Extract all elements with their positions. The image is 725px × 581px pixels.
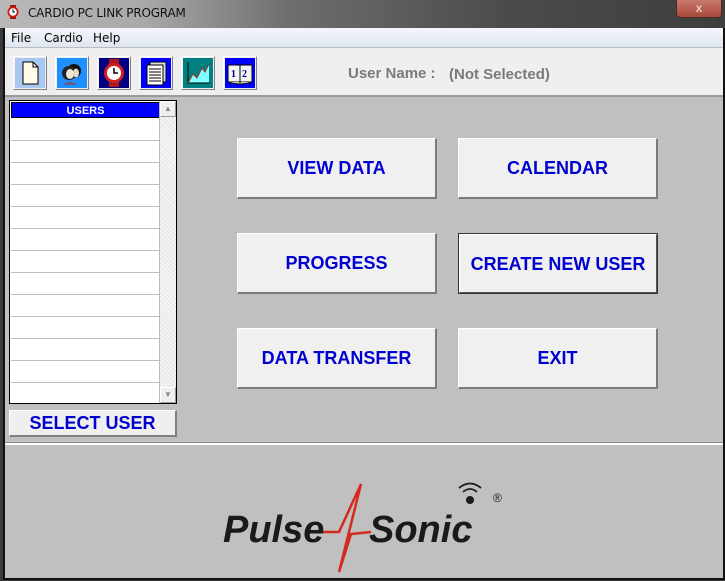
user-list-row[interactable] (11, 229, 160, 251)
user-list-row[interactable] (11, 339, 160, 361)
window-title: CARDIO PC LINK PROGRAM (28, 6, 186, 20)
book-icon: 12 (225, 58, 255, 88)
close-button[interactable]: x (676, 0, 722, 18)
divider (5, 442, 723, 445)
users-button[interactable] (55, 56, 89, 90)
user-list-row[interactable] (11, 383, 160, 405)
svg-text:2: 2 (242, 69, 247, 80)
users-list-rows (11, 119, 160, 405)
create-new-user-button[interactable]: CREATE NEW USER (458, 233, 658, 294)
scroll-up-button[interactable]: ▲ (160, 101, 176, 117)
menu-file[interactable]: File (11, 31, 31, 45)
progress-chart-button[interactable] (181, 56, 215, 90)
logo-pulse-text: Pulse (223, 509, 324, 551)
scroll-up-arrow-icon: ▲ (164, 104, 172, 113)
close-icon: x (695, 1, 703, 15)
user-list-row[interactable] (11, 273, 160, 295)
calendar-book-button[interactable]: 12 (223, 56, 257, 90)
user-name-value: (Not Selected) (449, 66, 550, 83)
title-bar: CARDIO PC LINK PROGRAM x (0, 0, 725, 28)
document-icon (15, 58, 45, 88)
users-list[interactable]: USERS ▲ ▼ (9, 100, 177, 405)
user-list-row[interactable] (11, 295, 160, 317)
select-user-button[interactable]: SELECT USER (9, 410, 177, 437)
main-window: File Cardio Help 12 User Name : (Not Sel… (3, 28, 725, 580)
logo-sonic-text: Sonic (369, 509, 472, 551)
pulse-sonic-logo: Pulse Sonic ® (223, 482, 502, 573)
user-list-row[interactable] (11, 119, 160, 141)
user-list-row[interactable] (11, 251, 160, 273)
svg-text:1: 1 (231, 69, 236, 80)
watch-icon (99, 58, 129, 88)
data-transfer-button[interactable]: DATA TRANSFER (237, 328, 437, 389)
wireless-signal-icon (458, 482, 482, 504)
user-list-row[interactable] (11, 185, 160, 207)
progress-button[interactable]: PROGRESS (237, 233, 437, 294)
view-data-button[interactable]: VIEW DATA (237, 138, 437, 199)
user-name-label: User Name : (348, 65, 436, 82)
watch-button[interactable] (97, 56, 131, 90)
scroll-down-button[interactable]: ▼ (160, 387, 176, 403)
user-list-row[interactable] (11, 141, 160, 163)
user-list-row[interactable] (11, 163, 160, 185)
users-faces-icon (57, 58, 87, 88)
menu-bar: File Cardio Help (5, 28, 723, 48)
user-list-row[interactable] (11, 361, 160, 383)
toolbar: 12 User Name : (Not Selected) (5, 48, 723, 97)
chart-icon (183, 58, 213, 88)
scroll-down-arrow-icon: ▼ (164, 390, 172, 399)
exit-button[interactable]: EXIT (458, 328, 658, 389)
data-table-button[interactable] (139, 56, 173, 90)
users-list-header: USERS (11, 102, 160, 118)
user-list-row[interactable] (11, 207, 160, 229)
user-list-row[interactable] (11, 317, 160, 339)
ekg-pulse-icon (323, 483, 372, 573)
registered-mark: ® (493, 491, 502, 505)
menu-cardio[interactable]: Cardio (44, 31, 83, 45)
table-icon (141, 58, 171, 88)
app-watch-icon (7, 5, 19, 19)
calendar-button[interactable]: CALENDAR (458, 138, 658, 199)
menu-help[interactable]: Help (93, 31, 120, 45)
new-document-button[interactable] (13, 56, 47, 90)
users-list-scrollbar[interactable]: ▲ ▼ (159, 101, 176, 403)
